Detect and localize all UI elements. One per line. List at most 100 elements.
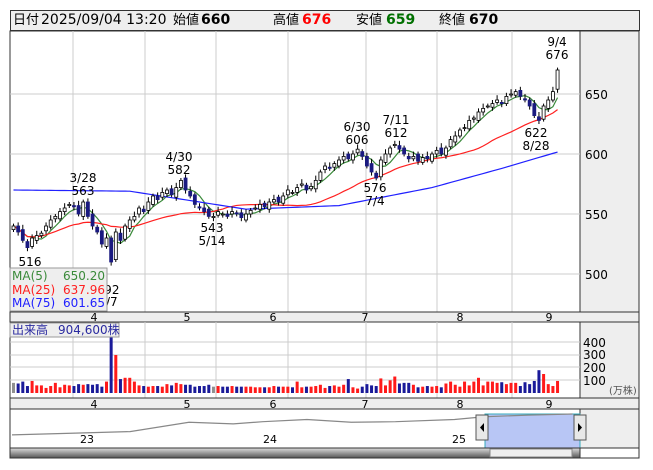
stock-chart-widget: 日付 2025/09/04 13:20 始値 660 高値 676 安値 659… bbox=[0, 0, 653, 470]
candle bbox=[123, 223, 127, 242]
annotation-date: 4/30 bbox=[166, 150, 193, 164]
volume-bar bbox=[123, 377, 127, 393]
candle bbox=[109, 235, 114, 266]
volume-bar bbox=[179, 384, 183, 393]
volume-tick: 100 bbox=[583, 374, 606, 388]
candle-body bbox=[444, 147, 448, 156]
navigator-left-handle[interactable] bbox=[475, 414, 489, 441]
candle-body bbox=[216, 211, 221, 216]
candle-body bbox=[239, 212, 244, 219]
volume-bar bbox=[537, 370, 541, 393]
candle-body bbox=[230, 211, 234, 215]
candle-body bbox=[295, 187, 300, 193]
volume-bar bbox=[95, 384, 99, 393]
candle-body bbox=[86, 201, 90, 217]
volume-title: 出来高 bbox=[12, 322, 48, 337]
volume-bar bbox=[323, 387, 327, 393]
volume-bar bbox=[379, 378, 383, 393]
candle-body bbox=[132, 215, 137, 221]
volume-bar bbox=[551, 386, 555, 393]
volume-bar bbox=[25, 386, 29, 393]
volume-bar bbox=[235, 386, 239, 393]
candle-body bbox=[532, 103, 537, 116]
candle-body bbox=[411, 155, 416, 160]
volume-bar bbox=[346, 379, 350, 393]
candle-body bbox=[397, 145, 402, 150]
annotation-price: 563 bbox=[72, 184, 95, 198]
volume-bar bbox=[421, 386, 425, 393]
navigator-selection[interactable] bbox=[484, 413, 581, 449]
volume-bar bbox=[518, 386, 522, 393]
scrollbar-thumb[interactable] bbox=[489, 448, 573, 458]
candle-body bbox=[39, 232, 44, 236]
volume-bar bbox=[160, 386, 164, 393]
candle-body bbox=[551, 91, 555, 101]
volume-bar bbox=[481, 385, 485, 393]
candle-body bbox=[30, 237, 35, 247]
volume-bar bbox=[137, 385, 141, 393]
volume-bar bbox=[281, 386, 285, 393]
ma25-label: MA(25) bbox=[12, 283, 55, 297]
candle-body bbox=[16, 225, 21, 233]
candle-body bbox=[504, 96, 509, 105]
candle-body bbox=[34, 235, 39, 241]
volume-bar bbox=[556, 380, 560, 393]
annotation-price: 576 bbox=[364, 181, 387, 195]
volume-bar bbox=[30, 380, 34, 393]
volume-bar bbox=[374, 386, 378, 393]
candle-body bbox=[271, 199, 276, 203]
volume-bar bbox=[435, 386, 439, 393]
candle-body bbox=[25, 241, 30, 249]
volume-bar bbox=[477, 377, 480, 393]
candle-body bbox=[299, 183, 304, 186]
volume-bar bbox=[300, 387, 304, 393]
candle-body bbox=[304, 184, 309, 191]
candle-body bbox=[518, 90, 523, 97]
candle-body bbox=[327, 166, 332, 169]
volume-bar bbox=[458, 386, 462, 393]
annotation-date: 7/4 bbox=[365, 194, 384, 208]
candle bbox=[541, 103, 546, 122]
volume-bar bbox=[249, 386, 253, 393]
candle-body bbox=[11, 225, 16, 230]
annotation-date: 3/28 bbox=[70, 171, 97, 185]
volume-bar bbox=[165, 384, 169, 393]
candle-body bbox=[76, 205, 81, 215]
candle-body bbox=[141, 208, 146, 212]
volume-bar bbox=[100, 386, 104, 393]
candle-body bbox=[290, 191, 295, 194]
volume-bar bbox=[35, 385, 39, 393]
candle-body bbox=[351, 153, 355, 161]
volume-bar bbox=[360, 386, 364, 393]
candle-body bbox=[90, 213, 95, 227]
candle-body bbox=[476, 111, 481, 121]
volume-tick: 200 bbox=[583, 361, 606, 375]
candle-body bbox=[509, 93, 513, 96]
candle-body bbox=[72, 205, 76, 208]
candle-body bbox=[499, 102, 504, 105]
volume-bar bbox=[170, 385, 174, 393]
candle-body bbox=[104, 237, 109, 247]
candle-body bbox=[332, 163, 337, 168]
ma75-label: MA(75) bbox=[12, 296, 55, 310]
volume-bar bbox=[500, 382, 504, 393]
volume-bar bbox=[309, 386, 313, 393]
navigator-right-handle[interactable] bbox=[573, 414, 587, 441]
chart-canvas[interactable]: 650 600 550 500 9/4 676 3/28 563 516 492… bbox=[0, 0, 653, 470]
candle-body bbox=[225, 213, 230, 217]
candle-body bbox=[462, 127, 467, 129]
ma25-value: 637.96 bbox=[63, 283, 105, 297]
volume-bar bbox=[105, 381, 108, 393]
candle-body bbox=[118, 232, 123, 241]
candle-body bbox=[197, 206, 202, 209]
volume-bar bbox=[239, 386, 243, 393]
candle-body bbox=[541, 105, 546, 120]
candle-body bbox=[174, 187, 179, 198]
volume-bar bbox=[230, 386, 234, 393]
candle-body bbox=[439, 147, 444, 155]
navigator-label: 24 bbox=[263, 433, 277, 446]
volume-bar bbox=[244, 386, 248, 393]
candle-body bbox=[481, 108, 486, 113]
volume-bar bbox=[342, 384, 346, 393]
candle-body bbox=[425, 155, 430, 160]
